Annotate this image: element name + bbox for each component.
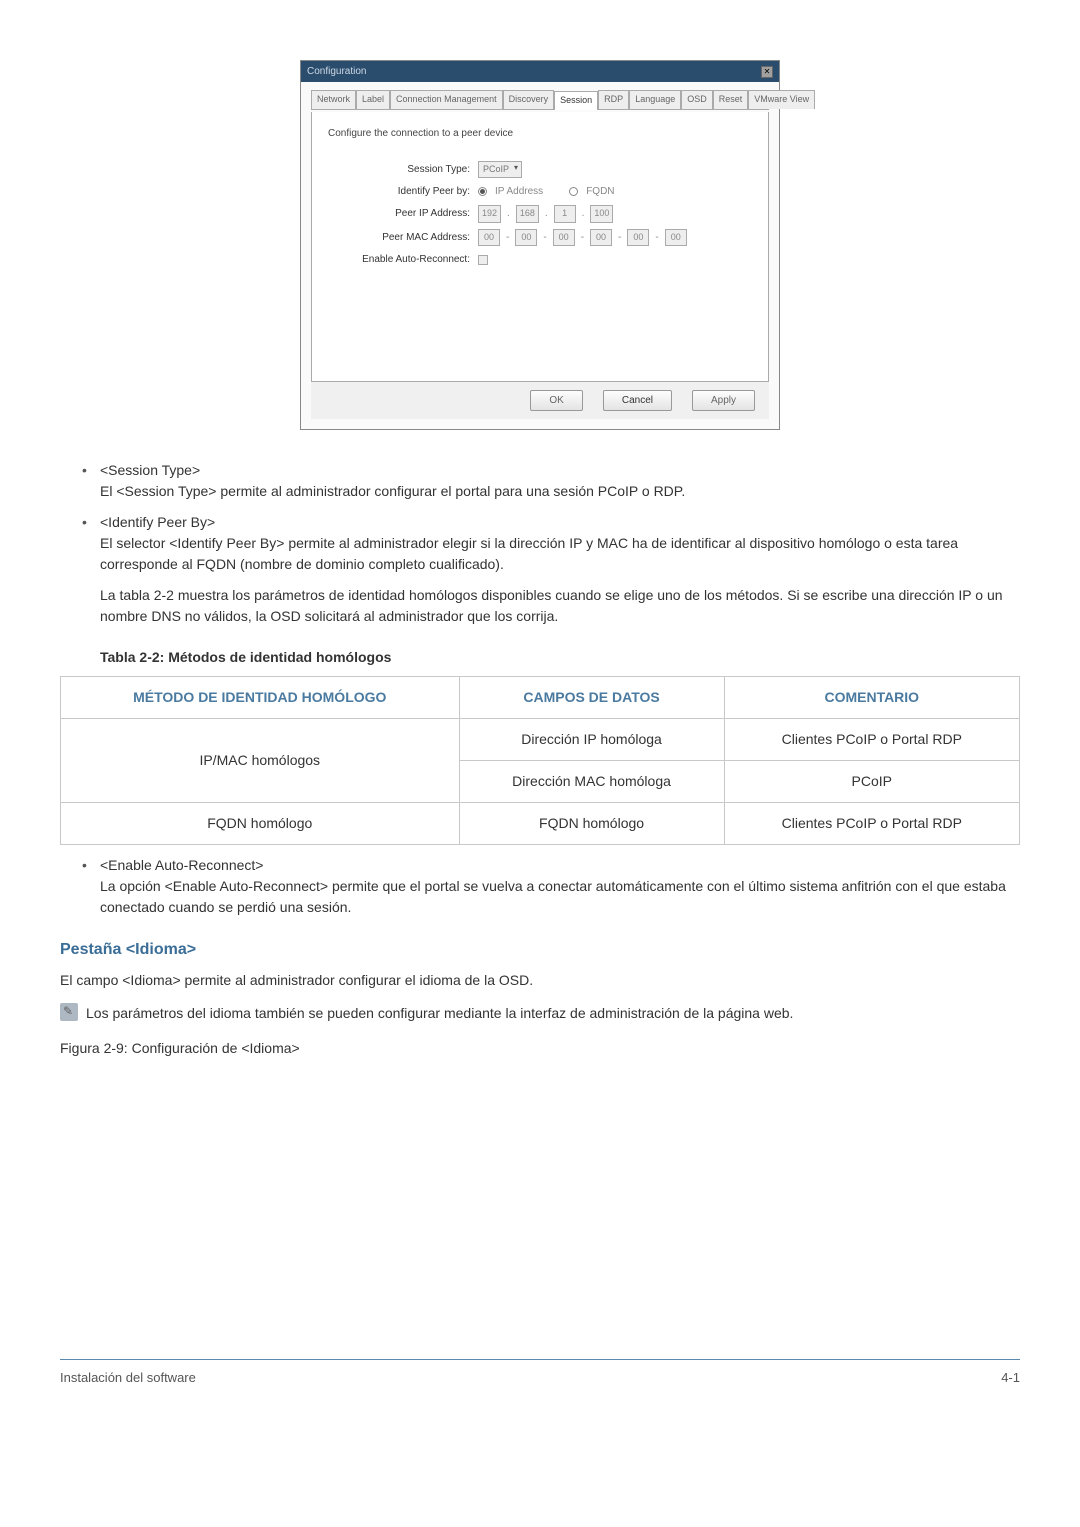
radio-ip-address[interactable] [478,187,487,196]
bullet-identify-body-1: El selector <Identify Peer By> permite a… [100,533,1020,575]
bullet-identify-body-2: La tabla 2-2 muestra los parámetros de i… [100,585,1020,627]
tab-rdp[interactable]: RDP [598,90,629,109]
bullet-auto-reconnect-body: La opción <Enable Auto-Reconnect> permit… [100,876,1020,918]
cell-method-fqdn: FQDN homólogo [61,802,460,844]
list-item: <Enable Auto-Reconnect> La opción <Enabl… [100,855,1020,918]
note-icon [60,1003,78,1021]
tab-connection-management[interactable]: Connection Management [390,90,503,109]
apply-button[interactable]: Apply [692,390,755,411]
bullet-identify-head: <Identify Peer By> [100,512,1020,533]
cancel-button[interactable]: Cancel [603,390,672,411]
peer-mac-2[interactable]: 00 [515,229,537,247]
cell-field-mac: Dirección MAC homóloga [459,760,724,802]
footer-right: 4-1 [1001,1368,1020,1388]
ok-button[interactable]: OK [530,390,582,411]
peer-identity-table: MÉTODO DE IDENTIDAD HOMÓLOGO CAMPOS DE D… [60,676,1020,845]
peer-mac-6[interactable]: 00 [665,229,687,247]
peer-mac-1[interactable]: 00 [478,229,500,247]
peer-mac-3[interactable]: 00 [553,229,575,247]
tab-vmware-view[interactable]: VMware View [748,90,815,109]
footer-left: Instalación del software [60,1368,196,1388]
peer-mac-4[interactable]: 00 [590,229,612,247]
peer-ip-octet-3[interactable]: 1 [554,205,576,223]
tab-osd[interactable]: OSD [681,90,713,109]
bullet-session-type-body: El <Session Type> permite al administrad… [100,481,1020,502]
session-type-label: Session Type: [328,162,478,177]
bullet-auto-reconnect-head: <Enable Auto-Reconnect> [100,855,1020,876]
radio-fqdn-label: FQDN [586,184,614,199]
figure-caption: Figura 2-9: Configuración de <Idioma> [60,1038,1020,1059]
col-comment: COMENTARIO [724,676,1019,718]
tab-language[interactable]: Language [629,90,681,109]
radio-fqdn[interactable] [569,187,578,196]
col-fields: CAMPOS DE DATOS [459,676,724,718]
cell-method-ipmac: IP/MAC homólogos [61,718,460,802]
cell-field-ip: Dirección IP homóloga [459,718,724,760]
cell-field-fqdn: FQDN homólogo [459,802,724,844]
dialog-body: Network Label Connection Management Disc… [301,82,779,429]
note-text: Los parámetros del idioma también se pue… [86,1003,793,1024]
cell-comment-mac: PCoIP [724,760,1019,802]
page-footer: Instalación del software 4-1 [60,1359,1020,1388]
list-item: <Identify Peer By> El selector <Identify… [100,512,1020,627]
tab-discovery[interactable]: Discovery [503,90,555,109]
table-header-row: MÉTODO DE IDENTIDAD HOMÓLOGO CAMPOS DE D… [61,676,1020,718]
bullet-session-type-head: <Session Type> [100,460,1020,481]
peer-ip-octet-1[interactable]: 192 [478,205,501,223]
configuration-dialog: Configuration ✕ Network Label Connection… [300,60,780,430]
close-icon[interactable]: ✕ [761,66,773,78]
note-row: Los parámetros del idioma también se pue… [60,1003,1020,1024]
session-type-select[interactable]: PCoIP [478,161,522,179]
tab-label[interactable]: Label [356,90,390,109]
col-method: MÉTODO DE IDENTIDAD HOMÓLOGO [61,676,460,718]
peer-mac-label: Peer MAC Address: [328,230,478,245]
dialog-tabs: Network Label Connection Management Disc… [311,90,769,110]
idioma-paragraph: El campo <Idioma> permite al administrad… [60,970,1020,991]
tab-reset[interactable]: Reset [713,90,749,109]
tab-network[interactable]: Network [311,90,356,109]
peer-ip-octet-2[interactable]: 168 [516,205,539,223]
bullet-list-upper: <Session Type> El <Session Type> permite… [100,460,1020,627]
peer-mac-5[interactable]: 00 [627,229,649,247]
table-row: IP/MAC homólogos Dirección IP homóloga C… [61,718,1020,760]
dialog-title-text: Configuration [307,64,366,79]
radio-ip-address-label: IP Address [495,184,543,199]
table-row: FQDN homólogo FQDN homólogo Clientes PCo… [61,802,1020,844]
dialog-titlebar: Configuration ✕ [301,61,779,82]
auto-reconnect-checkbox[interactable] [478,255,488,265]
identify-peer-label: Identify Peer by: [328,184,478,199]
list-item: <Session Type> El <Session Type> permite… [100,460,1020,502]
tab-session[interactable]: Session [554,91,598,110]
panel-description: Configure the connection to a peer devic… [328,126,752,141]
auto-reconnect-label: Enable Auto-Reconnect: [328,252,478,267]
cell-comment-fqdn: Clientes PCoIP o Portal RDP [724,802,1019,844]
peer-ip-octet-4[interactable]: 100 [590,205,613,223]
peer-ip-label: Peer IP Address: [328,206,478,221]
cell-comment-ip: Clientes PCoIP o Portal RDP [724,718,1019,760]
bullet-list-lower: <Enable Auto-Reconnect> La opción <Enabl… [100,855,1020,918]
dialog-button-row: OK Cancel Apply [311,382,769,419]
table-caption: Tabla 2-2: Métodos de identidad homólogo… [100,647,1020,668]
session-panel: Configure the connection to a peer devic… [311,112,769,382]
section-heading-idioma: Pestaña <Idioma> [60,938,1020,962]
